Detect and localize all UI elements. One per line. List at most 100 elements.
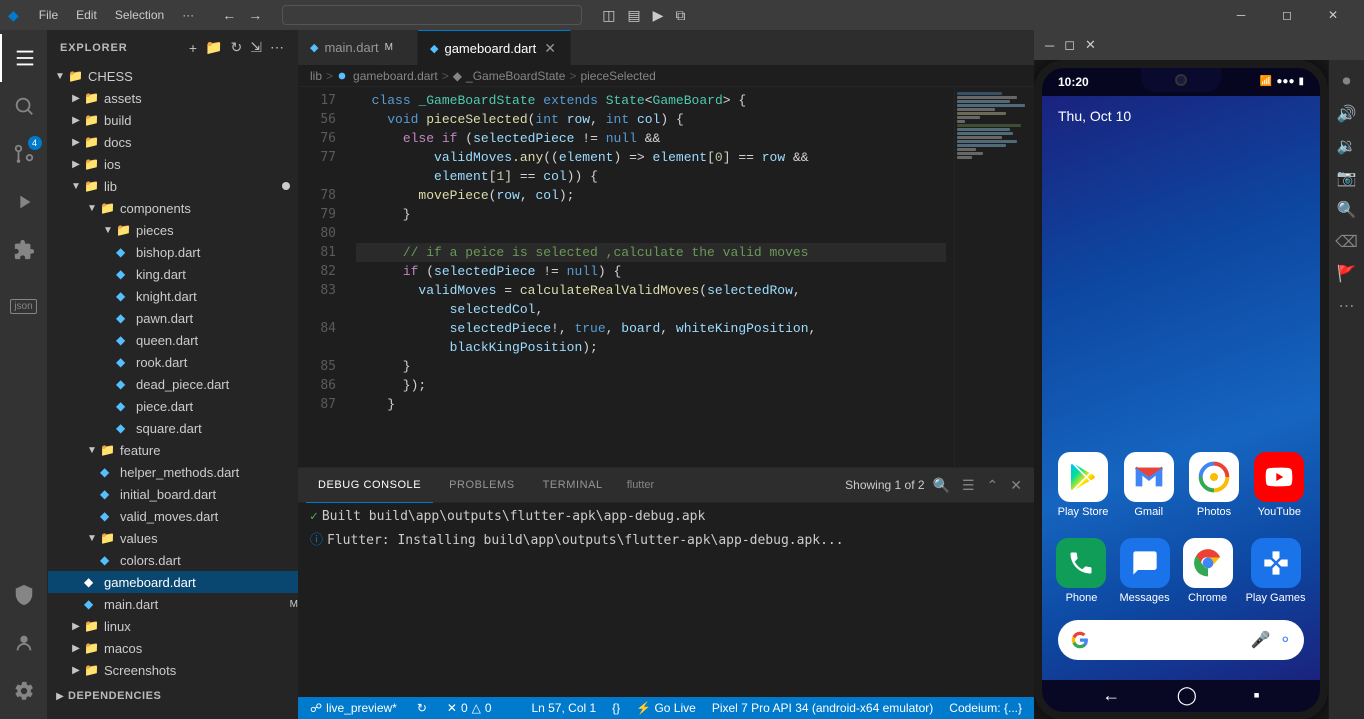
panel-tab-debug-console[interactable]: DEBUG CONSOLE <box>306 468 433 503</box>
breadcrumb-pieceselected[interactable]: pieceSelected <box>580 69 655 83</box>
emu-camera-button[interactable]: 📷 <box>1333 164 1361 192</box>
tree-macos[interactable]: ▶ 📁 macos <box>48 637 298 659</box>
back-button[interactable]: ← <box>218 5 240 25</box>
forward-button[interactable]: → <box>244 5 266 25</box>
panel-tab-problems[interactable]: PROBLEMS <box>437 468 527 503</box>
tree-main-dart[interactable]: ◆ main.dart M <box>48 593 298 615</box>
tree-helper-methods[interactable]: ◆ helper_methods.dart <box>48 461 298 483</box>
tree-queen-dart[interactable]: ◆ queen.dart <box>48 329 298 351</box>
refresh-explorer-button[interactable]: ↻ <box>229 37 245 58</box>
app-chrome[interactable]: Chrome <box>1179 534 1237 608</box>
app-messages[interactable]: Messages <box>1115 534 1173 608</box>
activity-explorer[interactable] <box>0 34 48 82</box>
breadcrumb-gameboard[interactable]: gameboard.dart <box>353 69 438 83</box>
phone-search-bar[interactable]: 🎤 ⚬ <box>1058 620 1304 660</box>
tree-dependencies[interactable]: ▶ DEPENDENCIES <box>48 685 298 707</box>
phone-recents-button[interactable]: ▪ <box>1253 685 1259 706</box>
gameboard-dart-tab-close[interactable]: ✕ <box>542 40 558 57</box>
panel-filter-button[interactable]: ☰ <box>958 475 979 496</box>
tree-initial-board[interactable]: ◆ initial_board.dart <box>48 483 298 505</box>
phone-lens-icon[interactable]: ⚬ <box>1279 630 1292 650</box>
breadcrumb-gameboardstate[interactable]: _GameBoardState <box>466 69 565 83</box>
tree-build[interactable]: ▶ 📁 build <box>48 109 298 131</box>
phone-back-button[interactable]: ← <box>1102 685 1120 706</box>
tree-assets[interactable]: ▶ 📁 assets <box>48 87 298 109</box>
collapse-folders-button[interactable]: ⇲ <box>248 37 264 58</box>
menu-more[interactable]: ··· <box>174 6 202 24</box>
code-editor[interactable]: class _GameBoardState extends State<Game… <box>348 87 954 467</box>
emu-more-button[interactable]: ⋯ <box>1333 292 1361 320</box>
menu-file[interactable]: File <box>31 6 66 24</box>
tree-pieces[interactable]: ▼ 📁 pieces <box>48 219 298 241</box>
panel-tab-terminal[interactable]: TERMINAL <box>531 468 615 503</box>
activity-json[interactable]: json <box>0 282 48 330</box>
tree-rook-dart[interactable]: ◆ rook.dart <box>48 351 298 373</box>
emu-location-button[interactable]: 🚩 <box>1333 260 1361 288</box>
tree-lib[interactable]: ▼ 📁 lib <box>48 175 298 197</box>
phone-home-button[interactable]: ◯ <box>1177 685 1197 706</box>
emu-close-button[interactable]: ✕ <box>1082 35 1099 55</box>
close-button[interactable]: ✕ <box>1310 0 1356 30</box>
app-gmail[interactable]: Gmail <box>1120 448 1178 522</box>
panel-close-button[interactable]: ✕ <box>1006 475 1026 496</box>
tree-feature[interactable]: ▼ 📁 feature <box>48 439 298 461</box>
split-editor-icon[interactable]: ◫ <box>598 5 619 26</box>
activity-run[interactable] <box>0 178 48 226</box>
tree-root-chess[interactable]: ▼ 📁 CHESS <box>48 65 298 87</box>
tree-components[interactable]: ▼ 📁 components <box>48 197 298 219</box>
tree-square-dart[interactable]: ◆ square.dart <box>48 417 298 439</box>
emu-volume-down-button[interactable]: 🔉 <box>1333 132 1361 160</box>
status-position[interactable]: Ln 57, Col 1 <box>527 697 600 719</box>
tree-piece-dart[interactable]: ◆ piece.dart <box>48 395 298 417</box>
panel-collapse-button[interactable]: ⌃ <box>983 475 1003 496</box>
breadcrumb-lib[interactable]: lib <box>310 69 322 83</box>
maximize-button[interactable]: ◻ <box>1264 0 1310 30</box>
app-play-games[interactable]: Play Games <box>1242 534 1310 608</box>
tree-docs[interactable]: ▶ 📁 docs <box>48 131 298 153</box>
tab-gameboard-dart[interactable]: ◆ gameboard.dart ✕ <box>418 30 571 65</box>
activity-settings[interactable] <box>0 667 48 715</box>
new-folder-button[interactable]: 📁 <box>203 37 224 58</box>
emu-zoom-button[interactable]: 🔍 <box>1333 196 1361 224</box>
activity-remote[interactable] <box>0 571 48 619</box>
tree-knight-dart[interactable]: ◆ knight.dart <box>48 285 298 307</box>
emu-volume-up-button[interactable]: 🔊 <box>1333 100 1361 128</box>
emu-erase-button[interactable]: ⌫ <box>1333 228 1361 256</box>
status-device[interactable]: Pixel 7 Pro API 34 (android-x64 emulator… <box>708 697 937 719</box>
tree-king-dart[interactable]: ◆ king.dart <box>48 263 298 285</box>
activity-search[interactable] <box>0 82 48 130</box>
toggle-panel-icon[interactable]: ▤ <box>623 5 644 26</box>
minimize-button[interactable]: ─ <box>1218 0 1264 30</box>
play-icon[interactable]: ▶ <box>649 5 668 26</box>
activity-extensions[interactable] <box>0 226 48 274</box>
status-go-live[interactable]: ⚡ Go Live <box>632 697 700 719</box>
tree-screenshots[interactable]: ▶ 📁 Screenshots <box>48 659 298 681</box>
panel-search-button[interactable]: 🔍 <box>929 475 954 496</box>
status-errors[interactable]: ✕ 0 △ 0 <box>443 697 496 719</box>
emu-minimize-button[interactable]: ─ <box>1042 35 1057 55</box>
activity-source-control[interactable]: 4 <box>0 130 48 178</box>
tree-valid-moves[interactable]: ◆ valid_moves.dart <box>48 505 298 527</box>
sidebar-more-button[interactable]: ⋯ <box>268 37 286 58</box>
tree-dead-piece-dart[interactable]: ◆ dead_piece.dart <box>48 373 298 395</box>
emu-power-button[interactable]: ⏺ <box>1333 68 1361 96</box>
status-sync[interactable]: ↻ <box>413 697 431 719</box>
tree-colors-dart[interactable]: ◆ colors.dart <box>48 549 298 571</box>
activity-accounts[interactable] <box>0 619 48 667</box>
tree-gameboard-dart[interactable]: ◆ gameboard.dart <box>48 571 298 593</box>
phone-mic-icon[interactable]: 🎤 <box>1251 630 1271 650</box>
tree-pawn-dart[interactable]: ◆ pawn.dart <box>48 307 298 329</box>
menu-edit[interactable]: Edit <box>68 6 105 24</box>
emu-maximize-button[interactable]: ◻ <box>1061 35 1078 55</box>
menu-selection[interactable]: Selection <box>107 6 172 24</box>
app-phone[interactable]: Phone <box>1052 534 1110 608</box>
command-search-input[interactable] <box>282 5 582 25</box>
app-playstore[interactable]: Play Store <box>1054 448 1113 522</box>
status-codeium[interactable]: Codeium: {...} <box>945 697 1026 719</box>
app-youtube[interactable]: YouTube <box>1250 448 1308 522</box>
tree-ios[interactable]: ▶ 📁 ios <box>48 153 298 175</box>
tab-main-dart[interactable]: ◆ main.dart M <box>298 30 418 65</box>
status-braces[interactable]: {} <box>608 697 624 719</box>
tree-linux[interactable]: ▶ 📁 linux <box>48 615 298 637</box>
status-branch[interactable]: ☍ live_preview* <box>306 697 401 719</box>
